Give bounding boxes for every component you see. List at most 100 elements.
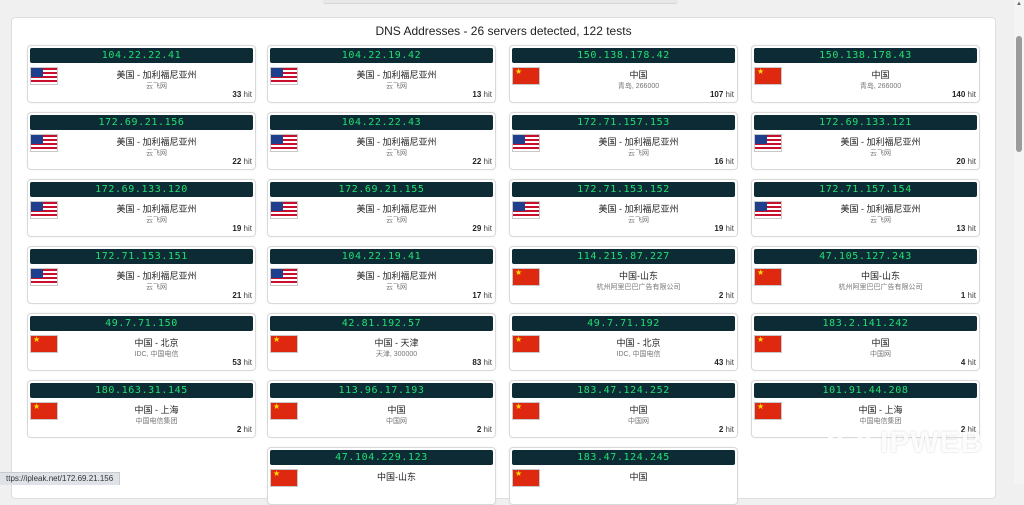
hit-count-label: hit xyxy=(483,425,492,434)
hit-count: 53 hit xyxy=(232,358,252,367)
server-isp: 云飞网 xyxy=(146,83,167,90)
server-isp: 云飞网 xyxy=(146,217,167,224)
hit-count: 140 hit xyxy=(952,90,976,99)
hit-count: 83 hit xyxy=(472,358,492,367)
server-location: 中国 xyxy=(629,405,648,415)
china-flag-icon xyxy=(270,402,298,420)
dns-server-card: 150.138.178.42 中国青岛, 266000 107 hit xyxy=(509,45,738,103)
hit-count: 29 hit xyxy=(472,224,492,233)
dns-server-card: 47.105.127.243 中国-山东杭州阿里巴巴广告有限公司 1 hit xyxy=(751,246,980,304)
dns-server-card: 104.22.19.41 美国 - 加利福尼亚州 云飞网 17 hit xyxy=(267,246,496,304)
server-location: 中国-山东 xyxy=(377,472,416,482)
hit-count-value: 1 xyxy=(960,291,966,300)
server-isp: 云飞网 xyxy=(386,284,407,291)
hit-count-value: 19 xyxy=(232,224,242,233)
server-isp: 云飞网 xyxy=(146,150,167,157)
scroll-up-arrow-icon[interactable]: ▲ xyxy=(1015,1,1023,7)
us-flag-icon xyxy=(30,134,58,152)
server-location: 中国 - 上海 xyxy=(858,405,903,415)
server-ip: 114.215.87.227 xyxy=(512,249,735,264)
dns-server-card: 104.22.22.43 美国 - 加利福尼亚州 云飞网 22 hit xyxy=(267,112,496,170)
dns-server-card: 183.2.141.242 中国中国网 4 hit xyxy=(751,313,980,371)
hit-count-value: 2 xyxy=(718,425,724,434)
server-ip: 101.91.44.208 xyxy=(754,383,977,398)
hit-count-value: 13 xyxy=(956,224,966,233)
dns-server-card: 172.71.153.151 美国 - 加利福尼亚州 云飞网 21 hit xyxy=(27,246,256,304)
server-location: 中国 - 北京 xyxy=(616,338,661,348)
server-isp: 中国网 xyxy=(628,418,649,425)
server-isp: IDC, 中国电信 xyxy=(134,351,179,358)
hit-count-label: hit xyxy=(725,90,734,99)
hit-count-label: hit xyxy=(243,425,252,434)
server-location: 中国 - 北京 xyxy=(134,338,179,348)
hit-count-label: hit xyxy=(725,358,734,367)
server-location: 美国 - 加利福尼亚州 xyxy=(840,204,921,214)
server-location: 美国 - 加利福尼亚州 xyxy=(598,204,679,214)
server-isp: 天津, 300000 xyxy=(375,351,418,358)
server-isp: IDC, 中国电信 xyxy=(616,351,661,358)
hit-count-label: hit xyxy=(483,224,492,233)
hit-count-value: 22 xyxy=(232,157,242,166)
hit-count: 19 hit xyxy=(232,224,252,233)
us-flag-icon xyxy=(30,268,58,286)
server-ip: 183.47.124.252 xyxy=(512,383,735,398)
server-location: 美国 - 加利福尼亚州 xyxy=(116,137,197,147)
dns-server-card: 42.81.192.57 中国 - 天津天津, 300000 83 hit xyxy=(267,313,496,371)
server-ip: 172.69.133.121 xyxy=(754,115,977,130)
hit-count-value: 2 xyxy=(236,425,242,434)
dns-server-card: 114.215.87.227 中国-山东杭州阿里巴巴广告有限公司 2 hit xyxy=(509,246,738,304)
hit-count-value: 16 xyxy=(714,157,724,166)
server-isp: 云飞网 xyxy=(386,83,407,90)
server-ip: 150.138.178.42 xyxy=(512,48,735,63)
dns-server-card: 104.22.22.41 美国 - 加利福尼亚州 云飞网 33 hit xyxy=(27,45,256,103)
server-location: 美国 - 加利福尼亚州 xyxy=(356,70,437,80)
server-ip: 47.105.127.243 xyxy=(754,249,977,264)
us-flag-icon xyxy=(512,134,540,152)
server-ip: 113.96.17.193 xyxy=(270,383,493,398)
us-flag-icon xyxy=(30,67,58,85)
server-isp: 云飞网 xyxy=(386,150,407,157)
server-ip: 104.22.19.41 xyxy=(270,249,493,264)
server-ip: 172.71.153.152 xyxy=(512,182,735,197)
hit-count: 43 hit xyxy=(714,358,734,367)
dns-server-card: 47.104.229.123 中国-山东 xyxy=(267,447,496,505)
hit-count-value: 19 xyxy=(714,224,724,233)
dns-server-card: 49.7.71.192 中国 - 北京 IDC, 中国电信 43 hit xyxy=(509,313,738,371)
hit-count-value: 43 xyxy=(714,358,724,367)
china-flag-icon xyxy=(512,402,540,420)
hit-count: 33 hit xyxy=(232,90,252,99)
vertical-scrollbar[interactable]: ▲ xyxy=(1014,0,1024,484)
hit-count: 16 hit xyxy=(714,157,734,166)
server-ip: 49.7.71.150 xyxy=(30,316,253,331)
server-ip: 172.71.157.154 xyxy=(754,182,977,197)
hit-count-value: 2 xyxy=(718,291,724,300)
server-ip: 172.69.133.120 xyxy=(30,182,253,197)
server-ip: 47.104.229.123 xyxy=(270,450,493,465)
server-location: 中国 xyxy=(629,70,648,80)
hit-count: 21 hit xyxy=(232,291,252,300)
server-location: 中国 xyxy=(387,405,406,415)
dns-server-card: 172.71.153.152 美国 - 加利福尼亚州 云飞网 19 hit xyxy=(509,179,738,237)
china-flag-icon xyxy=(30,335,58,353)
server-location: 中国 xyxy=(629,472,648,482)
china-flag-icon xyxy=(754,402,782,420)
server-location: 美国 - 加利福尼亚州 xyxy=(840,137,921,147)
hit-count: 22 hit xyxy=(472,157,492,166)
server-location: 中国-山东 xyxy=(861,271,900,281)
china-flag-icon xyxy=(512,335,540,353)
server-ip: 172.69.21.156 xyxy=(30,115,253,130)
ipweb-watermark: IPWEB xyxy=(816,420,1010,464)
hit-count-label: hit xyxy=(483,358,492,367)
hit-count-label: hit xyxy=(967,224,976,233)
dns-server-card: 150.138.178.43 中国青岛, 266000 140 hit xyxy=(751,45,980,103)
china-flag-icon xyxy=(754,268,782,286)
server-ip: 172.71.153.151 xyxy=(30,249,253,264)
china-flag-icon xyxy=(754,335,782,353)
scrollbar-thumb[interactable] xyxy=(1016,36,1022,152)
server-location: 美国 - 加利福尼亚州 xyxy=(356,204,437,214)
server-location: 中国 - 天津 xyxy=(374,338,419,348)
us-flag-icon xyxy=(754,134,782,152)
server-isp: 云飞网 xyxy=(628,217,649,224)
hit-count: 2 hit xyxy=(719,291,734,300)
hit-count: 13 hit xyxy=(956,224,976,233)
